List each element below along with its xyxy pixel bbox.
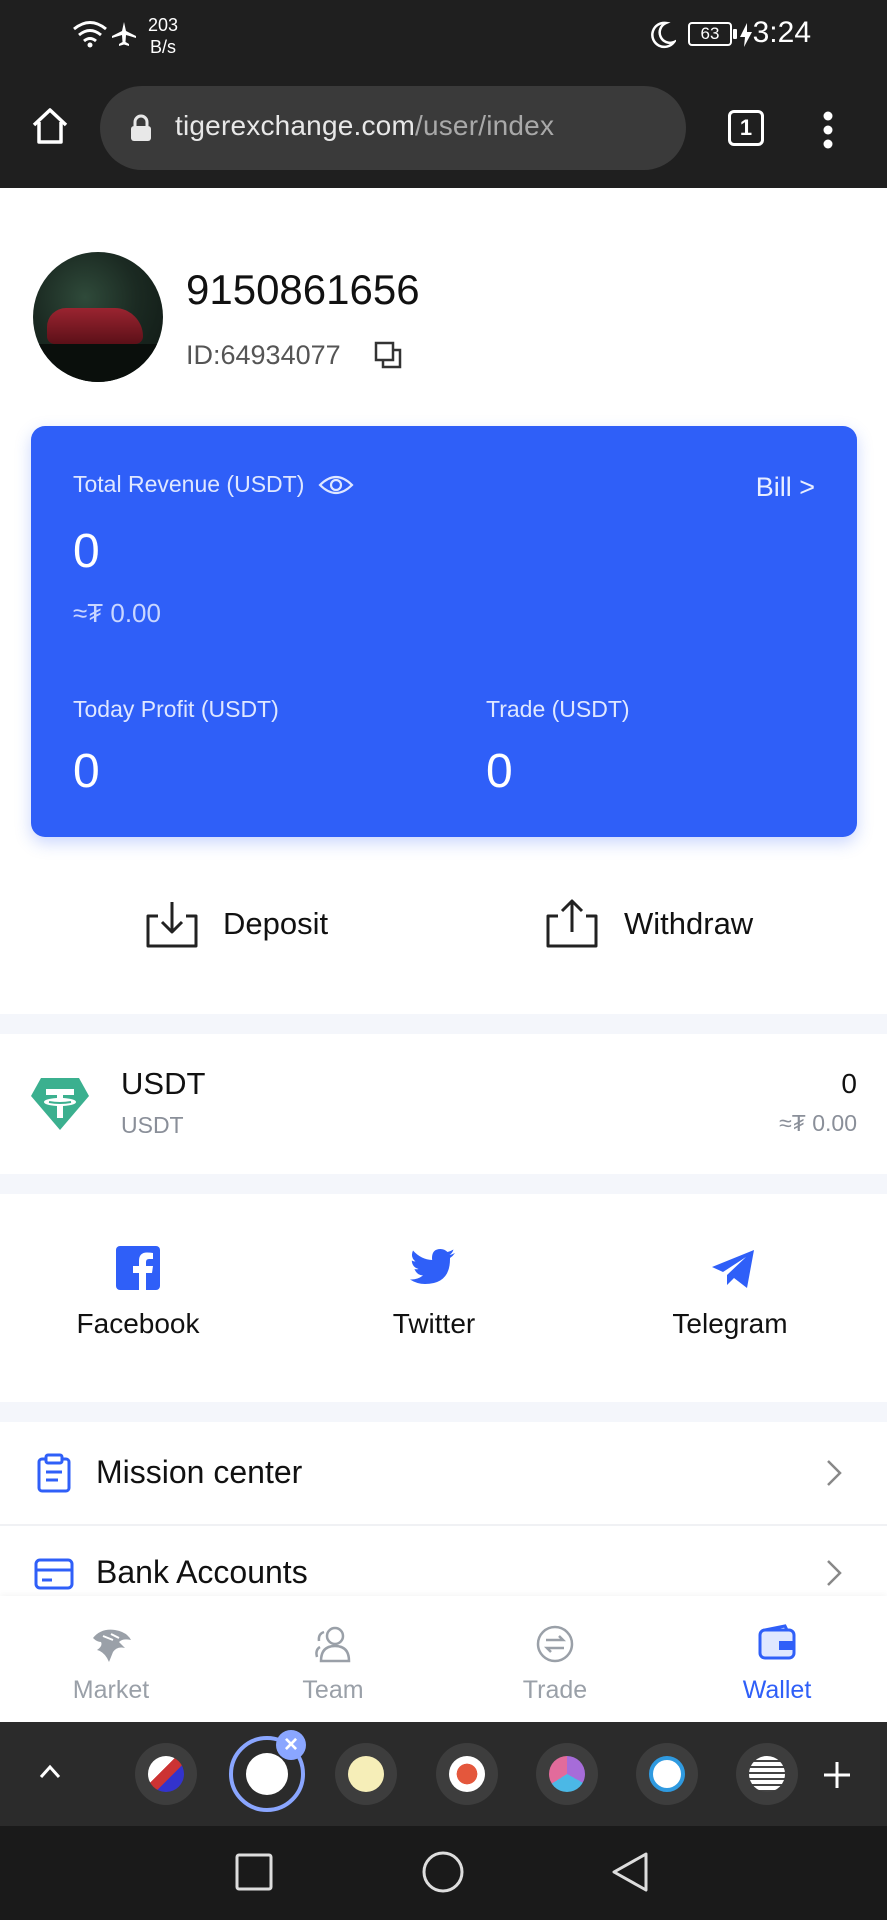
asset-name: USDT	[121, 1112, 184, 1138]
facebook-label: Facebook	[76, 1308, 200, 1339]
today-profit-value: 0	[73, 745, 100, 798]
nav-market[interactable]: Market	[41, 1596, 181, 1722]
close-tab-icon[interactable]: ×	[276, 1730, 306, 1760]
browser-toolbar: tigerexchange.com/user/index 1	[0, 72, 887, 188]
telegram-label: Telegram	[672, 1308, 788, 1339]
asset-symbol: USDT	[121, 1066, 206, 1101]
menu-item-mission-center[interactable]: Mission center	[0, 1422, 887, 1524]
eye-icon[interactable]	[318, 473, 354, 497]
clipboard-icon	[37, 1453, 71, 1493]
status-bar: 203 B/s 63 3:24	[0, 0, 887, 72]
section-separator	[0, 1402, 887, 1422]
username: 9150861656	[186, 266, 420, 313]
nav-label-team: Team	[302, 1676, 364, 1704]
telegram-icon	[712, 1250, 754, 1288]
withdraw-icon	[546, 899, 598, 948]
nav-trade[interactable]: Trade	[485, 1596, 625, 1722]
tab-thumbnail[interactable]	[335, 1743, 397, 1805]
bottom-navigation: Market Team Trade Wallet	[0, 1596, 887, 1722]
deposit-icon	[146, 902, 198, 948]
withdraw-label: Withdraw	[624, 906, 754, 941]
url-path: /user/index	[414, 110, 555, 141]
more-menu-icon[interactable]	[822, 110, 834, 150]
menu-item-bank-accounts[interactable]: Bank Accounts	[0, 1526, 887, 1596]
tab-switcher-button[interactable]: 1	[728, 110, 764, 146]
nav-team[interactable]: Team	[263, 1596, 403, 1722]
do-not-disturb-moon-icon	[651, 21, 676, 49]
tether-icon	[31, 1078, 89, 1130]
clock: 3:24	[752, 16, 811, 49]
network-speed: 203 B/s	[148, 14, 178, 58]
revenue-card: Total Revenue (USDT) Bill > 0 ≈₮ 0.00 To…	[31, 426, 857, 837]
copy-icon[interactable]	[373, 340, 403, 370]
asset-amount: 0	[841, 1068, 857, 1099]
home-icon[interactable]	[30, 106, 70, 146]
total-revenue-value: 0	[73, 525, 100, 578]
menu-label-mission-center: Mission center	[96, 1454, 303, 1490]
twitter-icon	[410, 1249, 455, 1284]
team-icon	[315, 1626, 351, 1663]
charging-bolt-icon	[740, 23, 752, 47]
facebook-icon	[116, 1246, 160, 1290]
new-tab-plus-icon[interactable]	[822, 1760, 852, 1790]
chevron-up-icon[interactable]	[38, 1762, 62, 1780]
lock-icon	[131, 114, 151, 141]
back-triangle-icon[interactable]	[610, 1850, 650, 1894]
section-separator	[0, 1014, 887, 1034]
twitter-link[interactable]: Twitter	[334, 1240, 554, 1350]
bank-card-icon	[34, 1558, 74, 1590]
wifi-icon	[73, 21, 107, 48]
twitter-label: Twitter	[392, 1308, 476, 1339]
trade-value: 0	[486, 745, 513, 798]
network-speed-value: 203	[148, 15, 179, 35]
menu-label-bank-accounts: Bank Accounts	[96, 1554, 308, 1590]
wallet-icon	[758, 1624, 796, 1660]
url-text[interactable]: tigerexchange.com/user/index	[175, 110, 554, 142]
facebook-link[interactable]: Facebook	[38, 1240, 258, 1350]
chevron-right-icon	[827, 1560, 842, 1586]
asset-row-usdt[interactable]: USDT USDT 0 ≈₮ 0.00	[0, 1034, 887, 1174]
battery-indicator: 63	[688, 22, 732, 46]
nav-wallet[interactable]: Wallet	[707, 1596, 847, 1722]
tab-thumbnail[interactable]	[536, 1743, 598, 1805]
telegram-link[interactable]: Telegram	[630, 1240, 850, 1350]
battery-tip	[733, 29, 737, 39]
tiger-logo-icon	[93, 1629, 131, 1662]
tab-thumbnail[interactable]	[436, 1743, 498, 1805]
asset-fiat: ≈₮ 0.00	[779, 1110, 857, 1136]
bill-link[interactable]: Bill >	[756, 472, 815, 503]
tab-thumbnail[interactable]	[736, 1743, 798, 1805]
trade-exchange-icon	[536, 1625, 574, 1663]
network-speed-unit: B/s	[150, 37, 177, 57]
chevron-right-icon	[827, 1460, 842, 1486]
home-circle-icon[interactable]	[421, 1850, 465, 1894]
section-separator	[0, 1174, 887, 1194]
nav-label-wallet: Wallet	[742, 1676, 812, 1704]
recents-square-icon[interactable]	[234, 1852, 274, 1892]
nav-label-market: Market	[72, 1676, 150, 1704]
nav-label-trade: Trade	[522, 1676, 588, 1704]
system-navigation-bar	[0, 1826, 887, 1920]
deposit-label: Deposit	[223, 906, 329, 941]
browser-tab-strip: ×	[0, 1722, 887, 1826]
airplane-mode-icon	[112, 22, 136, 46]
tab-thumbnail[interactable]	[135, 1743, 197, 1805]
total-revenue-fiat: ≈₮ 0.00	[73, 598, 161, 628]
today-profit-label: Today Profit (USDT)	[73, 696, 279, 722]
url-domain: tigerexchange.com	[175, 110, 415, 141]
avatar[interactable]	[33, 252, 163, 382]
total-revenue-label: Total Revenue (USDT)	[73, 471, 305, 497]
trade-label: Trade (USDT)	[486, 696, 630, 722]
deposit-button[interactable]: Deposit	[140, 890, 360, 960]
user-id: ID:64934077	[186, 340, 341, 370]
withdraw-button[interactable]: Withdraw	[540, 890, 780, 960]
tab-thumbnail[interactable]	[636, 1743, 698, 1805]
